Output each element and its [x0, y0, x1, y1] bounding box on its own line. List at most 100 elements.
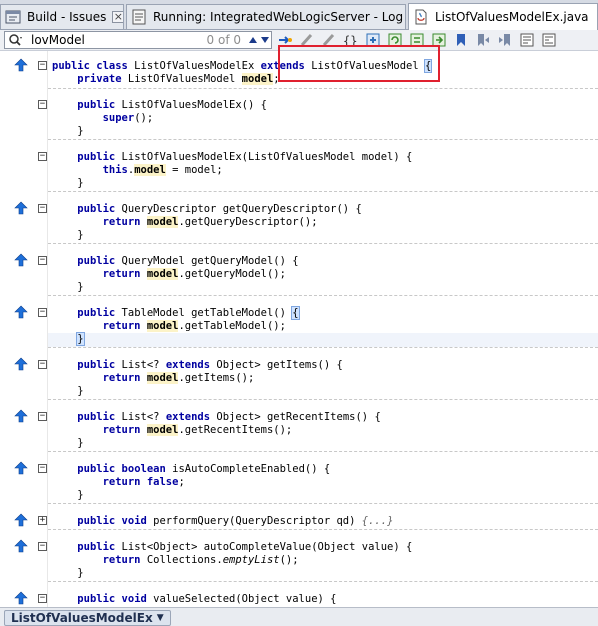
code-line[interactable]: − public QueryDescriptor getQueryDescrip…	[0, 201, 598, 216]
code-line[interactable]: return Collections.emptyList();	[0, 554, 598, 567]
bookmark-icon[interactable]	[452, 31, 470, 49]
search-box[interactable]: lovModel 0 of 0	[4, 31, 272, 49]
override-arrow-icon[interactable]	[14, 461, 28, 475]
code-text: public List<? extends Object> getItems()…	[77, 359, 343, 371]
member-separator	[48, 347, 598, 348]
fold-toggle-icon[interactable]: +	[38, 516, 47, 525]
next-bookmark-icon[interactable]	[496, 31, 514, 49]
member-separator	[48, 139, 598, 140]
prev-match-icon[interactable]	[247, 32, 259, 48]
fold-toggle-icon[interactable]: −	[38, 61, 47, 70]
override-arrow-icon[interactable]	[14, 591, 28, 605]
override-arrow-icon[interactable]	[14, 305, 28, 319]
breadcrumb[interactable]: ListOfValuesModelEx ▼	[4, 610, 171, 626]
code-text: }	[52, 125, 84, 137]
code-text: return model.getTableModel();	[102, 320, 286, 332]
code-line[interactable]: − public List<? extends Object> getRecen…	[0, 409, 598, 424]
member-separator	[48, 451, 598, 452]
prev-bookmark-icon[interactable]	[474, 31, 492, 49]
fold-toggle-icon[interactable]: −	[38, 360, 47, 369]
code-line[interactable]: }	[0, 567, 598, 580]
editor-tab-bar: Build - Issues × Running: IntegratedWebL…	[0, 0, 598, 30]
code-text: public void valueSelected(Object value) …	[77, 593, 337, 605]
code-line[interactable]: − public ListOfValuesModelEx() {	[0, 99, 598, 112]
code-line[interactable]: return model.getRecentItems();	[0, 424, 598, 437]
code-text: public void performQuery(QueryDescriptor…	[77, 515, 394, 527]
code-line[interactable]: }	[0, 229, 598, 242]
code-line[interactable]: return model.getItems();	[0, 372, 598, 385]
code-text: return false;	[102, 476, 185, 488]
code-line[interactable]: this.model = model;	[0, 164, 598, 177]
code-text: return model.getQueryDescriptor();	[102, 216, 318, 228]
override-arrow-icon[interactable]	[14, 253, 28, 267]
code-line[interactable]: return false;	[0, 476, 598, 489]
breadcrumb-label: ListOfValuesModelEx	[11, 611, 153, 625]
code-line[interactable]: }	[0, 332, 598, 346]
fold-toggle-icon[interactable]: −	[38, 412, 47, 421]
next-match-icon[interactable]	[259, 32, 271, 48]
tab-server-log[interactable]: Running: IntegratedWebLogicServer - Log …	[126, 4, 406, 29]
search-icon[interactable]	[5, 32, 27, 48]
fold-toggle-icon[interactable]: −	[38, 204, 47, 213]
fold-toggle-icon[interactable]: −	[38, 308, 47, 317]
code-text: }	[52, 177, 84, 189]
comment-icon[interactable]	[518, 31, 536, 49]
close-icon[interactable]: ×	[112, 11, 123, 23]
override-arrow-icon[interactable]	[14, 539, 28, 553]
code-text: public List<Object> autoCompleteValue(Ob…	[77, 541, 413, 553]
uncomment-icon[interactable]	[540, 31, 558, 49]
annotation-highlight-box	[278, 45, 440, 82]
code-line[interactable]: − public List<Object> autoCompleteValue(…	[0, 539, 598, 554]
code-line[interactable]: super();	[0, 112, 598, 125]
fold-toggle-icon[interactable]: −	[38, 594, 47, 603]
code-text: }	[52, 229, 84, 241]
code-line[interactable]: return model.getQueryModel();	[0, 268, 598, 281]
code-text: public TableModel getTableModel() {	[77, 306, 300, 320]
code-line[interactable]: return model.getQueryDescriptor();	[0, 216, 598, 229]
code-line[interactable]: − public void valueSelected(Object value…	[0, 591, 598, 606]
fold-toggle-icon[interactable]: −	[38, 542, 47, 551]
code-line[interactable]: }	[0, 489, 598, 502]
fold-toggle-icon[interactable]: −	[38, 152, 47, 161]
tab-java-file[interactable]: ListOfValuesModelEx.java	[408, 3, 598, 30]
override-arrow-icon[interactable]	[14, 409, 28, 423]
code-line[interactable]: }	[0, 125, 598, 138]
tab-label: Running: IntegratedWebLogicServer - Log	[153, 10, 404, 24]
member-separator	[48, 529, 598, 530]
code-line[interactable]: }	[0, 177, 598, 190]
code-text: }	[52, 567, 84, 579]
fold-toggle-icon[interactable]: −	[38, 100, 47, 109]
code-editor[interactable]: − public class ListOfValuesModelEx exten…	[0, 51, 598, 607]
override-arrow-icon[interactable]	[14, 513, 28, 527]
override-arrow-icon[interactable]	[14, 201, 28, 215]
override-arrow-icon[interactable]	[14, 58, 28, 72]
code-line[interactable]: return model.getTableModel();	[0, 320, 598, 333]
chevron-down-icon[interactable]: ▼	[157, 613, 164, 623]
code-text: return model.getQueryModel();	[102, 268, 286, 280]
code-line[interactable]: − public TableModel getTableModel() {	[0, 305, 598, 320]
search-input[interactable]: lovModel	[27, 33, 207, 47]
code-line[interactable]: − public List<? extends Object> getItems…	[0, 357, 598, 372]
code-line[interactable]: − public ListOfValuesModelEx(ListOfValue…	[0, 151, 598, 164]
code-text: }	[52, 385, 84, 397]
code-text: public ListOfValuesModelEx() {	[77, 99, 267, 111]
code-text: }	[52, 489, 84, 501]
code-line[interactable]: + public void performQuery(QueryDescript…	[0, 513, 598, 528]
build-issues-icon	[5, 10, 21, 24]
code-line[interactable]: − public QueryModel getQueryModel() {	[0, 253, 598, 268]
code-text: return Collections.emptyList();	[102, 554, 299, 566]
fold-toggle-icon[interactable]: −	[38, 464, 47, 473]
override-arrow-icon[interactable]	[14, 357, 28, 371]
member-separator	[48, 399, 598, 400]
code-line[interactable]: }	[0, 437, 598, 450]
log-icon	[132, 9, 146, 25]
code-text: super();	[102, 112, 154, 124]
code-line[interactable]: }	[0, 385, 598, 398]
code-text: private ListOfValuesModel model;	[77, 73, 280, 85]
code-line[interactable]: }	[0, 281, 598, 294]
tab-label: Build - Issues	[27, 10, 107, 24]
tab-build-issues[interactable]: Build - Issues ×	[0, 4, 124, 29]
code-text: }	[52, 437, 84, 449]
fold-toggle-icon[interactable]: −	[38, 256, 47, 265]
code-line[interactable]: − public boolean isAutoCompleteEnabled()…	[0, 461, 598, 476]
